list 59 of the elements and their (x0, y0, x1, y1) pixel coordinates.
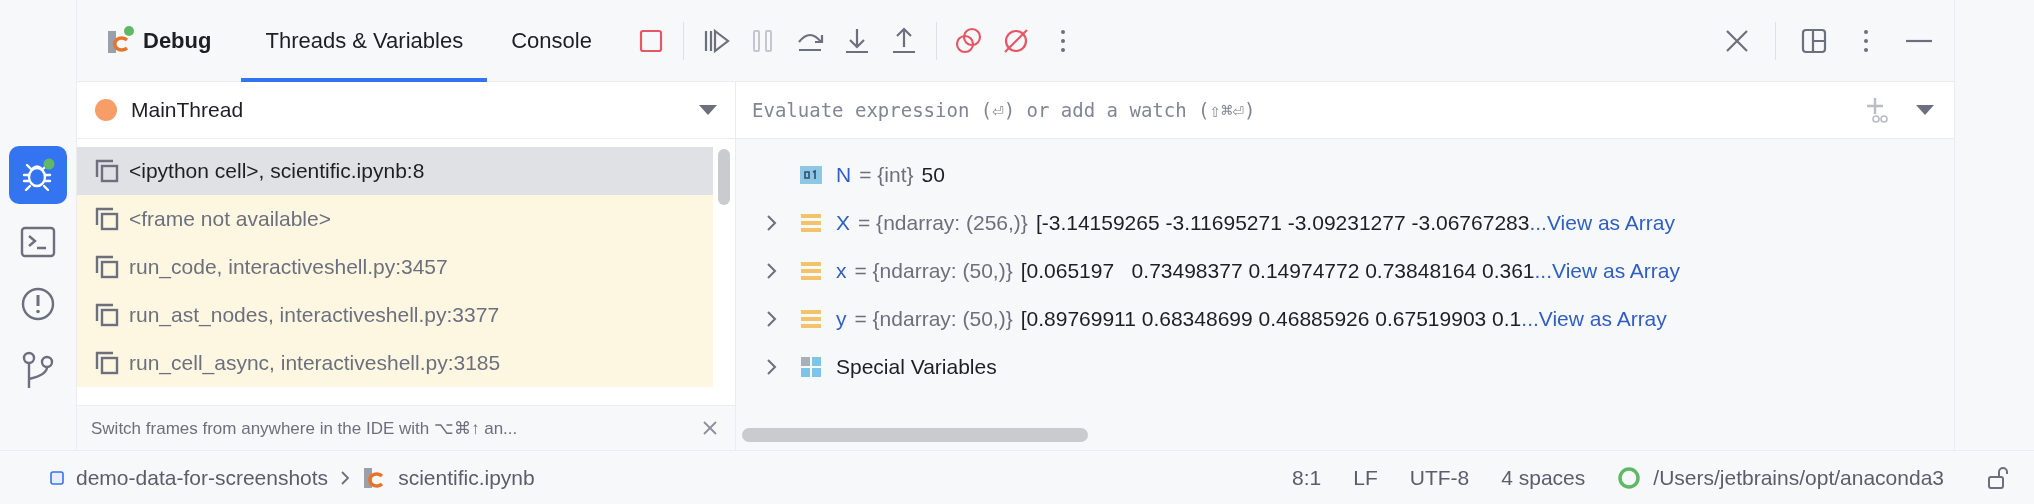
stack-frame[interactable]: run_code, interactiveshell.py:3457 (77, 243, 713, 291)
dropdown-caret-icon[interactable] (1916, 105, 1934, 115)
variable-type: = {ndarray: (50,)} (854, 259, 1013, 283)
breakpoints-icon[interactable] (953, 25, 984, 56)
stacked-squares-icon (95, 255, 119, 279)
list-icon (800, 309, 822, 329)
status-item[interactable]: 4 spaces (1501, 465, 1586, 490)
scrollbar-thumb[interactable] (742, 428, 1088, 442)
list-icon (800, 261, 822, 281)
stack-frame[interactable]: run_ast_nodes, interactiveshell.py:3377 (77, 291, 713, 339)
variable-name: X (836, 211, 850, 235)
caret-icon[interactable] (699, 105, 717, 115)
variable-name: N (836, 163, 852, 187)
status-item[interactable]: LF (1353, 465, 1378, 490)
project-breadcrumb[interactable]: demo-data-for-screenshots (76, 465, 329, 490)
stacked-squares-icon (95, 159, 119, 183)
view-as-array-link[interactable]: ...View as Array (1529, 211, 1675, 235)
frames-hint: Switch frames from anywhere in the IDE with ⌥⌘↑ an... (91, 417, 518, 439)
stacked-squares-icon (95, 207, 119, 231)
variable-value: [0.065197 0.73498377 0.14974772 0.73848164 0.361 (1020, 259, 1535, 283)
tool-window-title: Debug (143, 27, 212, 54)
status-item[interactable]: 8:1 (1292, 465, 1322, 490)
tab[interactable]: Console (487, 0, 616, 82)
view-as-array-link[interactable]: ...View as Array (1534, 259, 1681, 283)
interpreter-ring-icon (1617, 465, 1642, 490)
debugger-bug-icon[interactable] (9, 146, 67, 204)
number-type-icon (800, 165, 822, 185)
variable-name: x (836, 259, 847, 283)
terminal-icon[interactable] (20, 226, 56, 258)
stack-frame[interactable]: <frame not available> (77, 195, 713, 243)
list-icon (800, 213, 822, 233)
stacked-squares-icon (95, 351, 119, 375)
scrollbar-thumb[interactable] (718, 149, 730, 205)
interpreter-path[interactable]: /Users/jetbrains/opt/anaconda3 (1653, 465, 1944, 490)
evaluate-expression-field[interactable]: Evaluate expression (⏎) or add a watch (⇧⌘⏎) (736, 82, 1954, 139)
variable-group-label[interactable]: Special Variables (836, 355, 997, 379)
grid-icon (800, 356, 822, 378)
chevron-icon (340, 469, 351, 486)
variable-value: [0.89769911 0.68348699 0.46885926 0.67519903 0.1 (1020, 307, 1522, 331)
variable-value: 50 (921, 163, 945, 187)
stacked-squares-icon (95, 303, 119, 327)
variable-type: = {ndarray: (50,)} (854, 307, 1013, 331)
file-breadcrumb[interactable]: scientific.ipynb (398, 465, 535, 490)
thread-dropdown[interactable]: MainThread (77, 82, 735, 139)
variable-type: = {ndarray: (256,)} (858, 211, 1028, 235)
project-icon (50, 470, 64, 485)
branch-icon[interactable] (21, 350, 55, 390)
status-item[interactable]: UTF-8 (1409, 465, 1470, 490)
layout-icon[interactable] (1800, 26, 1828, 55)
warning-icon[interactable] (20, 286, 56, 322)
variable-type: = {int} (859, 163, 914, 187)
expression-input[interactable]: Evaluate expression (⏎) or add a watch (⇧⌘⏎) (750, 98, 1838, 122)
view-as-array-link[interactable]: ...View as Array (1521, 307, 1667, 331)
variable-value: [-3.14159265 -3.11695271 -3.09231277 -3.06767283 (1035, 211, 1530, 235)
variable-name: y (836, 307, 847, 331)
stack-frame[interactable]: run_cell_async, interactiveshell.py:3185 (77, 339, 713, 387)
stack-frame[interactable]: <ipython cell>, scientific.ipynb:8 (77, 147, 713, 195)
thread-status-dot (95, 99, 117, 121)
close-icon[interactable] (701, 419, 719, 437)
